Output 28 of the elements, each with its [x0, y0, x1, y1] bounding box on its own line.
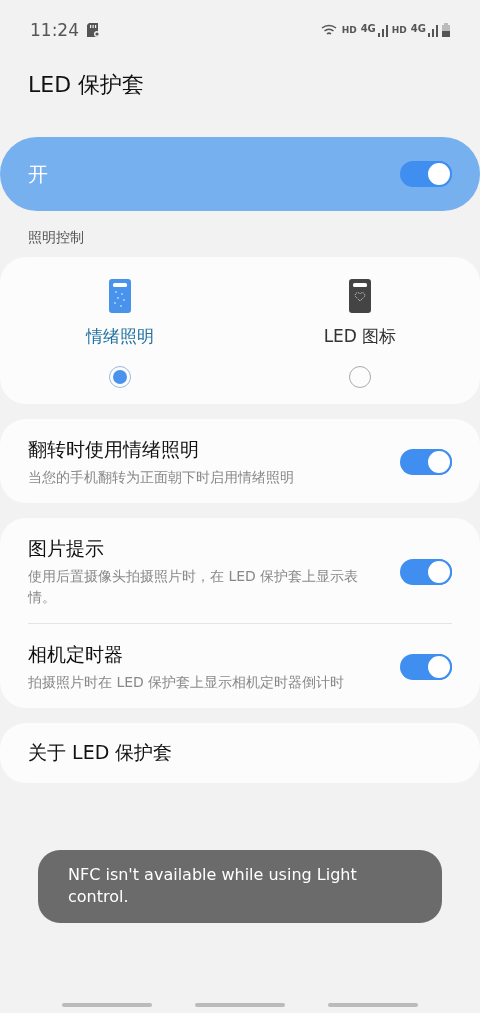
status-time: 11:24 — [30, 20, 79, 40]
page-title: LED 保护套 — [27, 71, 146, 99]
toggle-switch[interactable] — [400, 558, 452, 585]
setting-title[interactable]: 图片提示 — [28, 536, 400, 563]
setting-description: 使用后置摄像头拍摄照片时，在 LED 保护套上显示表情。 — [28, 567, 360, 607]
network-type-label: 4G — [410, 23, 426, 34]
mode-label: LED 图标 — [323, 325, 397, 348]
battery-icon — [442, 23, 450, 37]
sd-card-icon — [87, 23, 100, 37]
setting-title[interactable]: 相机定时器 — [28, 641, 400, 668]
toggle-switch[interactable] — [400, 449, 452, 476]
wifi-icon — [320, 23, 338, 37]
master-switch-label: 开 — [28, 160, 48, 188]
setting-title[interactable]: 翻转时使用情绪照明 — [28, 437, 400, 463]
phone-case-icon — [109, 279, 131, 313]
setting-description: 拍摄照片时在 LED 保护套上显示相机定时器倒计时 — [28, 672, 346, 692]
setting-description: 当您的手机翻转为正面朝下时启用情绪照明 — [28, 468, 295, 487]
network-type-label: 4G — [360, 23, 376, 34]
hd-label: HD — [391, 25, 407, 35]
toggle-switch[interactable] — [400, 654, 452, 681]
mode-label: 情绪照明 — [86, 325, 154, 348]
signal-icon — [377, 23, 388, 37]
master-toggle[interactable] — [400, 161, 452, 187]
toast-message: NFC isn't available while using Light control. — [38, 850, 442, 923]
hd-label: HD — [341, 25, 357, 35]
signal-icon — [428, 23, 438, 37]
section-label: 照明控制 — [27, 228, 85, 247]
setting-title[interactable]: 关于 LED 保护套 — [28, 740, 452, 767]
